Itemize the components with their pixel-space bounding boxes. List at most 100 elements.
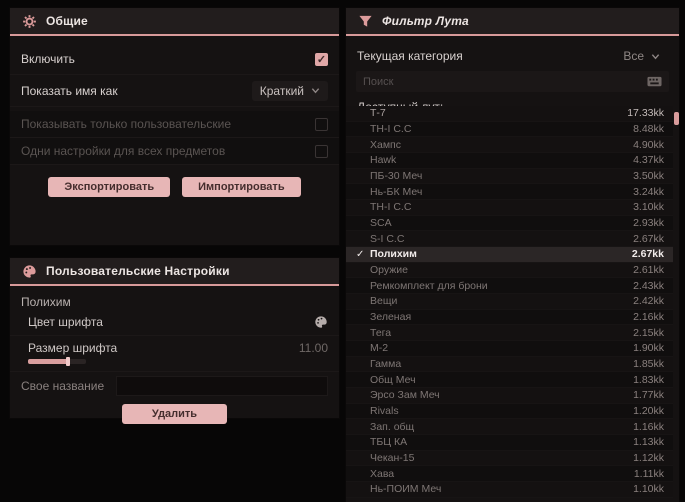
item-value: 3.24kk: [633, 185, 664, 198]
item-value: 1.13kk: [633, 436, 664, 449]
item-name: Зеленая: [370, 311, 412, 324]
slider-fill: [28, 359, 68, 364]
delete-button[interactable]: Удалить: [121, 404, 228, 424]
list-item[interactable]: ТН-I С.С 3.10kk: [346, 200, 673, 216]
category-dropdown[interactable]: Все: [615, 46, 668, 66]
keyboard-icon[interactable]: [647, 76, 662, 87]
enable-checkbox[interactable]: ✓: [315, 52, 328, 66]
item-name: М-2: [370, 342, 389, 355]
scrollbar-track[interactable]: [674, 106, 679, 502]
custom-settings-header: Пользовательские Настройки: [10, 258, 339, 286]
list-item[interactable]: Т-7 17.33kk: [346, 106, 673, 122]
item-name: Хампс: [370, 138, 401, 151]
scrollbar-thumb[interactable]: [674, 112, 679, 125]
item-name: Rivals: [370, 405, 399, 418]
general-buttons-row: Экспортировать Импортировать: [10, 177, 339, 197]
color-picker-icon[interactable]: [314, 315, 328, 329]
list-item[interactable]: Хампс 4.90kk: [346, 137, 673, 154]
item-name: ТН-I С.С: [370, 201, 412, 214]
item-name: S-I С.С: [370, 232, 405, 245]
item-name: Ремкомплект для брони: [370, 279, 488, 292]
item-name: SCA: [370, 217, 392, 230]
general-panel: Общие Включить ✓ Показать имя как Кратки…: [10, 8, 339, 245]
list-item[interactable]: ТН-I С.С 8.48kk: [346, 121, 673, 138]
loot-filter-panel: Фильтр Лута Текущая категория Все Поиск …: [346, 8, 679, 502]
show-name-dropdown[interactable]: Краткий: [251, 80, 328, 101]
list-item[interactable]: ПБ-30 Меч 3.50kk: [346, 168, 673, 185]
item-name: Общ Меч: [370, 373, 416, 386]
list-item[interactable]: Ремкомплект для брони 2.43kk: [346, 278, 673, 295]
item-name: Тега: [370, 326, 392, 339]
item-name: Hawk: [370, 154, 397, 167]
item-name: ТБЦ КА: [370, 436, 408, 449]
list-item[interactable]: Эрсо Зам Меч 1.77kk: [346, 388, 673, 404]
item-name: Т-7: [370, 107, 386, 120]
custom-settings-title: Пользовательские Настройки: [46, 264, 230, 278]
item-name: Гамма: [370, 358, 402, 371]
list-item[interactable]: Rivals 1.20kk: [346, 403, 673, 420]
custom-name-input[interactable]: [116, 375, 328, 396]
font-color-label: Цвет шрифта: [28, 315, 103, 329]
font-size-row: Размер шрифта 11.00: [10, 336, 339, 372]
item-value: 1.12kk: [633, 452, 664, 465]
list-item[interactable]: Гамма 1.85kk: [346, 356, 673, 373]
list-item[interactable]: Тега 2.15kk: [346, 325, 673, 342]
list-item[interactable]: Общ Меч 1.83kk: [346, 372, 673, 389]
same-settings-checkbox[interactable]: [315, 144, 328, 158]
list-item[interactable]: SCA 2.93kk: [346, 215, 673, 232]
palette-icon: [23, 264, 36, 278]
font-size-slider[interactable]: [28, 357, 86, 366]
search-placeholder: Поиск: [363, 75, 394, 88]
list-item[interactable]: ТБЦ КА 1.13kk: [346, 435, 673, 451]
item-value: 1.83kk: [633, 373, 664, 386]
general-panel-header: Общие: [10, 8, 339, 36]
list-item[interactable]: Чекан-15 1.12kk: [346, 450, 673, 467]
gear-icon: [23, 14, 36, 28]
check-icon: ✓: [356, 248, 365, 260]
item-name: Нь-ПОИМ Меч: [370, 483, 442, 496]
font-size-label: Размер шрифта: [28, 341, 118, 355]
mod-settings-window: Общие Включить ✓ Показать имя как Кратки…: [0, 0, 685, 502]
item-name: Нь-БК Меч: [370, 185, 423, 198]
item-value: 2.61kk: [633, 264, 664, 277]
slider-handle[interactable]: [66, 357, 70, 366]
item-value: 2.93kk: [633, 217, 664, 230]
selected-item-name: Полихим: [21, 295, 71, 309]
list-item[interactable]: Нь-ПОИМ Меч 1.10kk: [346, 482, 673, 498]
item-value: 1.77kk: [633, 389, 664, 402]
list-item[interactable]: Нь-БК Меч 3.24kk: [346, 184, 673, 201]
list-item[interactable]: Оружие 2.61kk: [346, 262, 673, 279]
list-item[interactable]: Хава 1.11kk: [346, 466, 673, 483]
item-name: Чекан-15: [370, 452, 415, 465]
item-name: ТН-I С.С: [370, 123, 412, 135]
same-settings-row: Одни настройки для всех предметов: [10, 138, 339, 165]
item-value: 1.20kk: [633, 405, 664, 418]
custom-settings-panel: Пользовательские Настройки Полихим Цвет …: [10, 258, 339, 424]
item-value: 2.16kk: [633, 311, 664, 324]
export-button[interactable]: Экспортировать: [48, 177, 171, 197]
show-name-label: Показать имя как: [21, 83, 118, 98]
list-item[interactable]: ✓ Полихим 2.67kk: [346, 247, 673, 263]
item-name: Вещи: [370, 295, 398, 308]
only-custom-checkbox[interactable]: [315, 117, 328, 131]
show-name-row: Показать имя как Краткий: [10, 75, 339, 107]
list-item[interactable]: Зап. общ 1.16kk: [346, 419, 673, 436]
list-item[interactable]: М-2 1.90kk: [346, 341, 673, 357]
search-box[interactable]: Поиск: [356, 71, 669, 92]
font-color-row: Цвет шрифта: [10, 309, 339, 336]
item-value: 4.90kk: [633, 138, 664, 151]
chevron-down-icon: [311, 88, 320, 94]
import-button[interactable]: Импортировать: [182, 177, 301, 197]
loot-list: Т-7 17.33kk ТН-I С.С 8.48kk Хампс 4.90kk Hawk 4…: [346, 106, 673, 502]
funnel-icon: [359, 15, 372, 27]
item-value: 2.15kk: [633, 326, 664, 339]
item-name: Оружие: [370, 264, 408, 277]
enable-label: Включить: [21, 52, 75, 66]
list-item[interactable]: Hawk 4.37kk: [346, 153, 673, 169]
item-value: 1.11kk: [633, 467, 664, 480]
list-item[interactable]: Зеленая 2.16kk: [346, 309, 673, 326]
item-name: Зап. общ: [370, 420, 415, 433]
list-item[interactable]: Вещи 2.42kk: [346, 294, 673, 310]
list-item[interactable]: S-I С.С 2.67kk: [346, 231, 673, 248]
enable-row: Включить ✓: [10, 44, 339, 75]
